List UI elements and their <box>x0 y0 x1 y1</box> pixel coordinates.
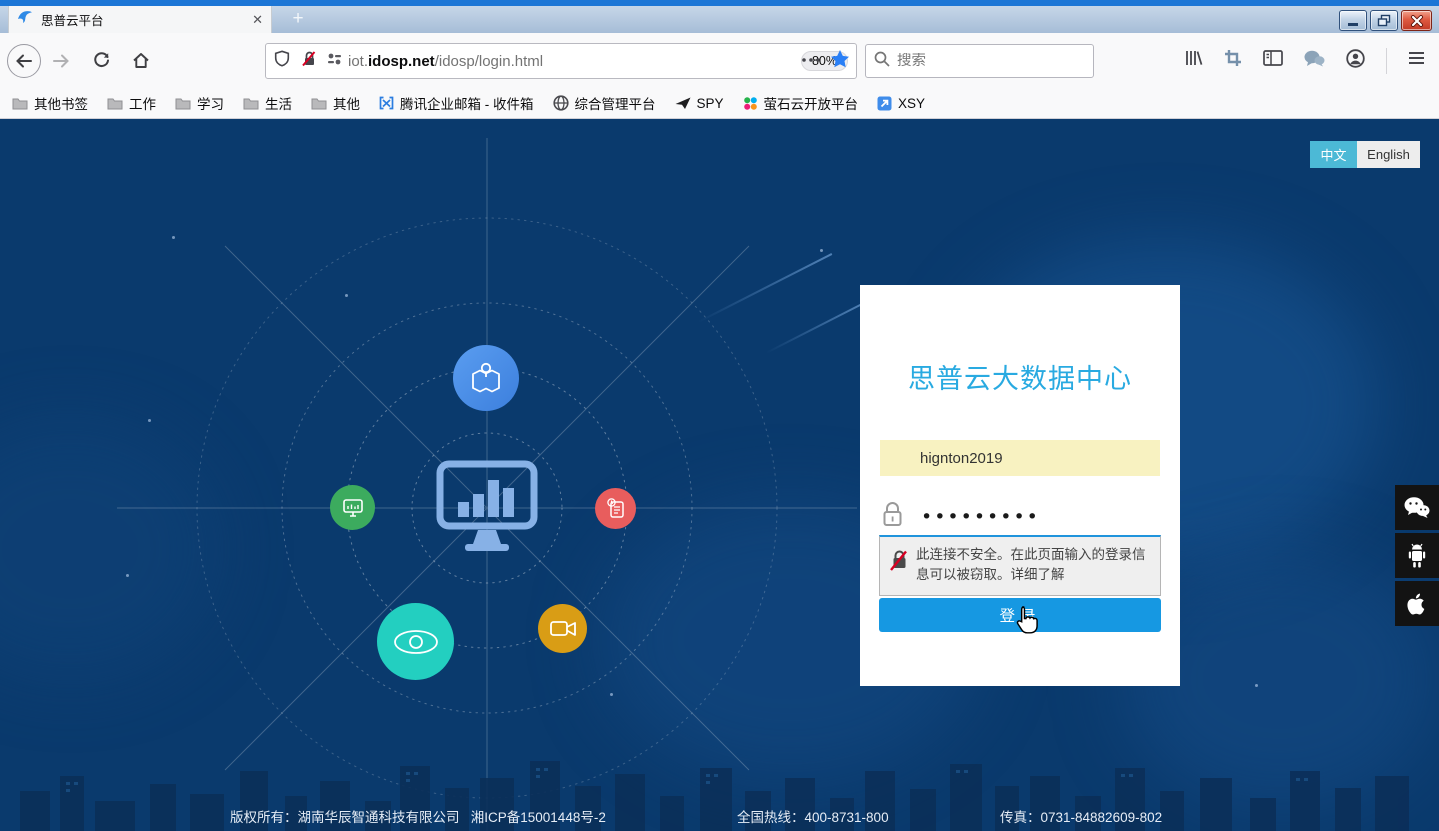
bookmark-ezviz[interactable]: 萤石云开放平台 <box>743 93 859 113</box>
toolbar-separator <box>1386 48 1387 74</box>
address-bar[interactable]: iot.idosp.net/idosp/login.html 80% <box>265 43 857 79</box>
permissions-icon[interactable] <box>327 52 342 71</box>
city-skyline <box>0 756 1439 831</box>
username-input[interactable] <box>880 440 1160 476</box>
hamburger-menu-icon[interactable] <box>1408 51 1425 70</box>
bookmark-xsy[interactable]: XSY <box>877 96 925 111</box>
bookmark-spy[interactable]: SPY <box>675 96 724 111</box>
tracking-shield-icon[interactable] <box>274 50 290 72</box>
star-dot <box>1255 684 1258 687</box>
back-button[interactable] <box>7 44 41 78</box>
page-actions-icon[interactable] <box>800 51 822 74</box>
android-button[interactable] <box>1395 533 1439 578</box>
tab-bar: 思普云平台 ✕ + <box>0 6 1439 33</box>
bookmark-folder-study[interactable]: 学习 <box>175 93 224 113</box>
favicon-swallow-icon <box>17 9 33 30</box>
close-button[interactable] <box>1401 10 1432 31</box>
browser-window: 思普云平台 ✕ + <box>0 0 1439 831</box>
learn-more-link[interactable]: 详细了解 <box>1011 567 1065 582</box>
lock-icon <box>880 500 905 533</box>
wechat-button[interactable] <box>1395 485 1439 530</box>
lang-chinese-button[interactable]: 中文 <box>1310 141 1357 168</box>
library-icon[interactable] <box>1184 49 1203 72</box>
new-tab-button[interactable]: + <box>284 6 312 33</box>
bookmark-tencent-mail[interactable]: 腾讯企业邮箱 - 收件箱 <box>379 93 534 113</box>
report-document-icon <box>595 488 636 529</box>
minimize-button[interactable] <box>1339 10 1367 31</box>
messenger-bubbles-icon[interactable] <box>1304 50 1325 72</box>
apple-button[interactable] <box>1395 581 1439 626</box>
reload-button[interactable] <box>81 52 121 69</box>
mouse-cursor-pointer <box>1012 605 1039 642</box>
dashboard-monitor-icon <box>432 459 542 560</box>
url-text[interactable]: iot.idosp.net/idosp/login.html <box>348 53 543 70</box>
insecure-lock-icon[interactable] <box>301 50 319 72</box>
restore-button[interactable] <box>1370 10 1398 31</box>
bookmark-mgmt-platform[interactable]: 综合管理平台 <box>553 93 656 113</box>
tab-close-icon[interactable]: ✕ <box>252 13 263 26</box>
search-icon <box>874 51 890 72</box>
insecure-connection-warning: 此连接不安全。在此页面输入的登录信息可以被窃取。详细了解 <box>879 535 1161 596</box>
forward-button[interactable] <box>41 53 81 69</box>
bookmark-folder-work[interactable]: 工作 <box>107 93 156 113</box>
navigation-toolbar: iot.idosp.net/idosp/login.html 80% <box>0 33 1439 88</box>
window-controls <box>1339 10 1432 31</box>
tab-title: 思普云平台 <box>41 10 252 29</box>
lang-english-button[interactable]: English <box>1357 141 1420 168</box>
home-button[interactable] <box>121 52 161 69</box>
footer-copyright: 版权所有：湖南华辰智通科技有限公司 湘ICP备15001448号-2 <box>230 806 606 826</box>
bookmark-folder-misc[interactable]: 其他 <box>311 93 360 113</box>
eye-monitor-icon <box>377 603 454 680</box>
bookmarks-bar: 其他书签 工作 学习 生活 其他 腾讯企业邮箱 - 收件箱 综合管理平台 SPY… <box>0 88 1439 119</box>
bookmark-folder-life[interactable]: 生活 <box>243 93 292 113</box>
bookmark-star-icon[interactable] <box>830 49 850 74</box>
sidebar-icon[interactable] <box>1263 50 1283 71</box>
map-location-icon <box>453 345 519 411</box>
footer-hotline: 全国热线：400-8731-800 <box>737 806 889 826</box>
login-title: 思普云大数据中心 <box>860 357 1180 396</box>
toolbar-right-icons <box>1184 33 1439 88</box>
social-links <box>1395 485 1439 626</box>
footer-fax: 传真：0731-84882609-802 <box>1000 806 1162 826</box>
language-toggle: 中文 English <box>1310 141 1420 168</box>
video-camera-icon <box>538 604 587 653</box>
search-bar[interactable] <box>865 44 1094 78</box>
active-tab[interactable]: 思普云平台 ✕ <box>8 6 272 33</box>
search-input[interactable] <box>897 53 1067 69</box>
password-field[interactable]: ••••••••• <box>880 498 1160 535</box>
account-icon[interactable] <box>1346 49 1365 73</box>
screenshot-crop-icon[interactable] <box>1224 49 1242 72</box>
insecure-lock-icon <box>889 549 910 578</box>
password-masked-value: ••••••••• <box>921 506 1040 528</box>
screen-monitor-icon <box>330 485 375 530</box>
bookmark-folder-other[interactable]: 其他书签 <box>12 93 88 113</box>
login-card: 思普云大数据中心 ••••••••• 此连接不安全。在此页面输入的登录信息可以被… <box>860 285 1180 686</box>
login-page: 中文 English 思普云大数据中心 ••••••••• 此连接不安全。在此页… <box>0 119 1439 831</box>
